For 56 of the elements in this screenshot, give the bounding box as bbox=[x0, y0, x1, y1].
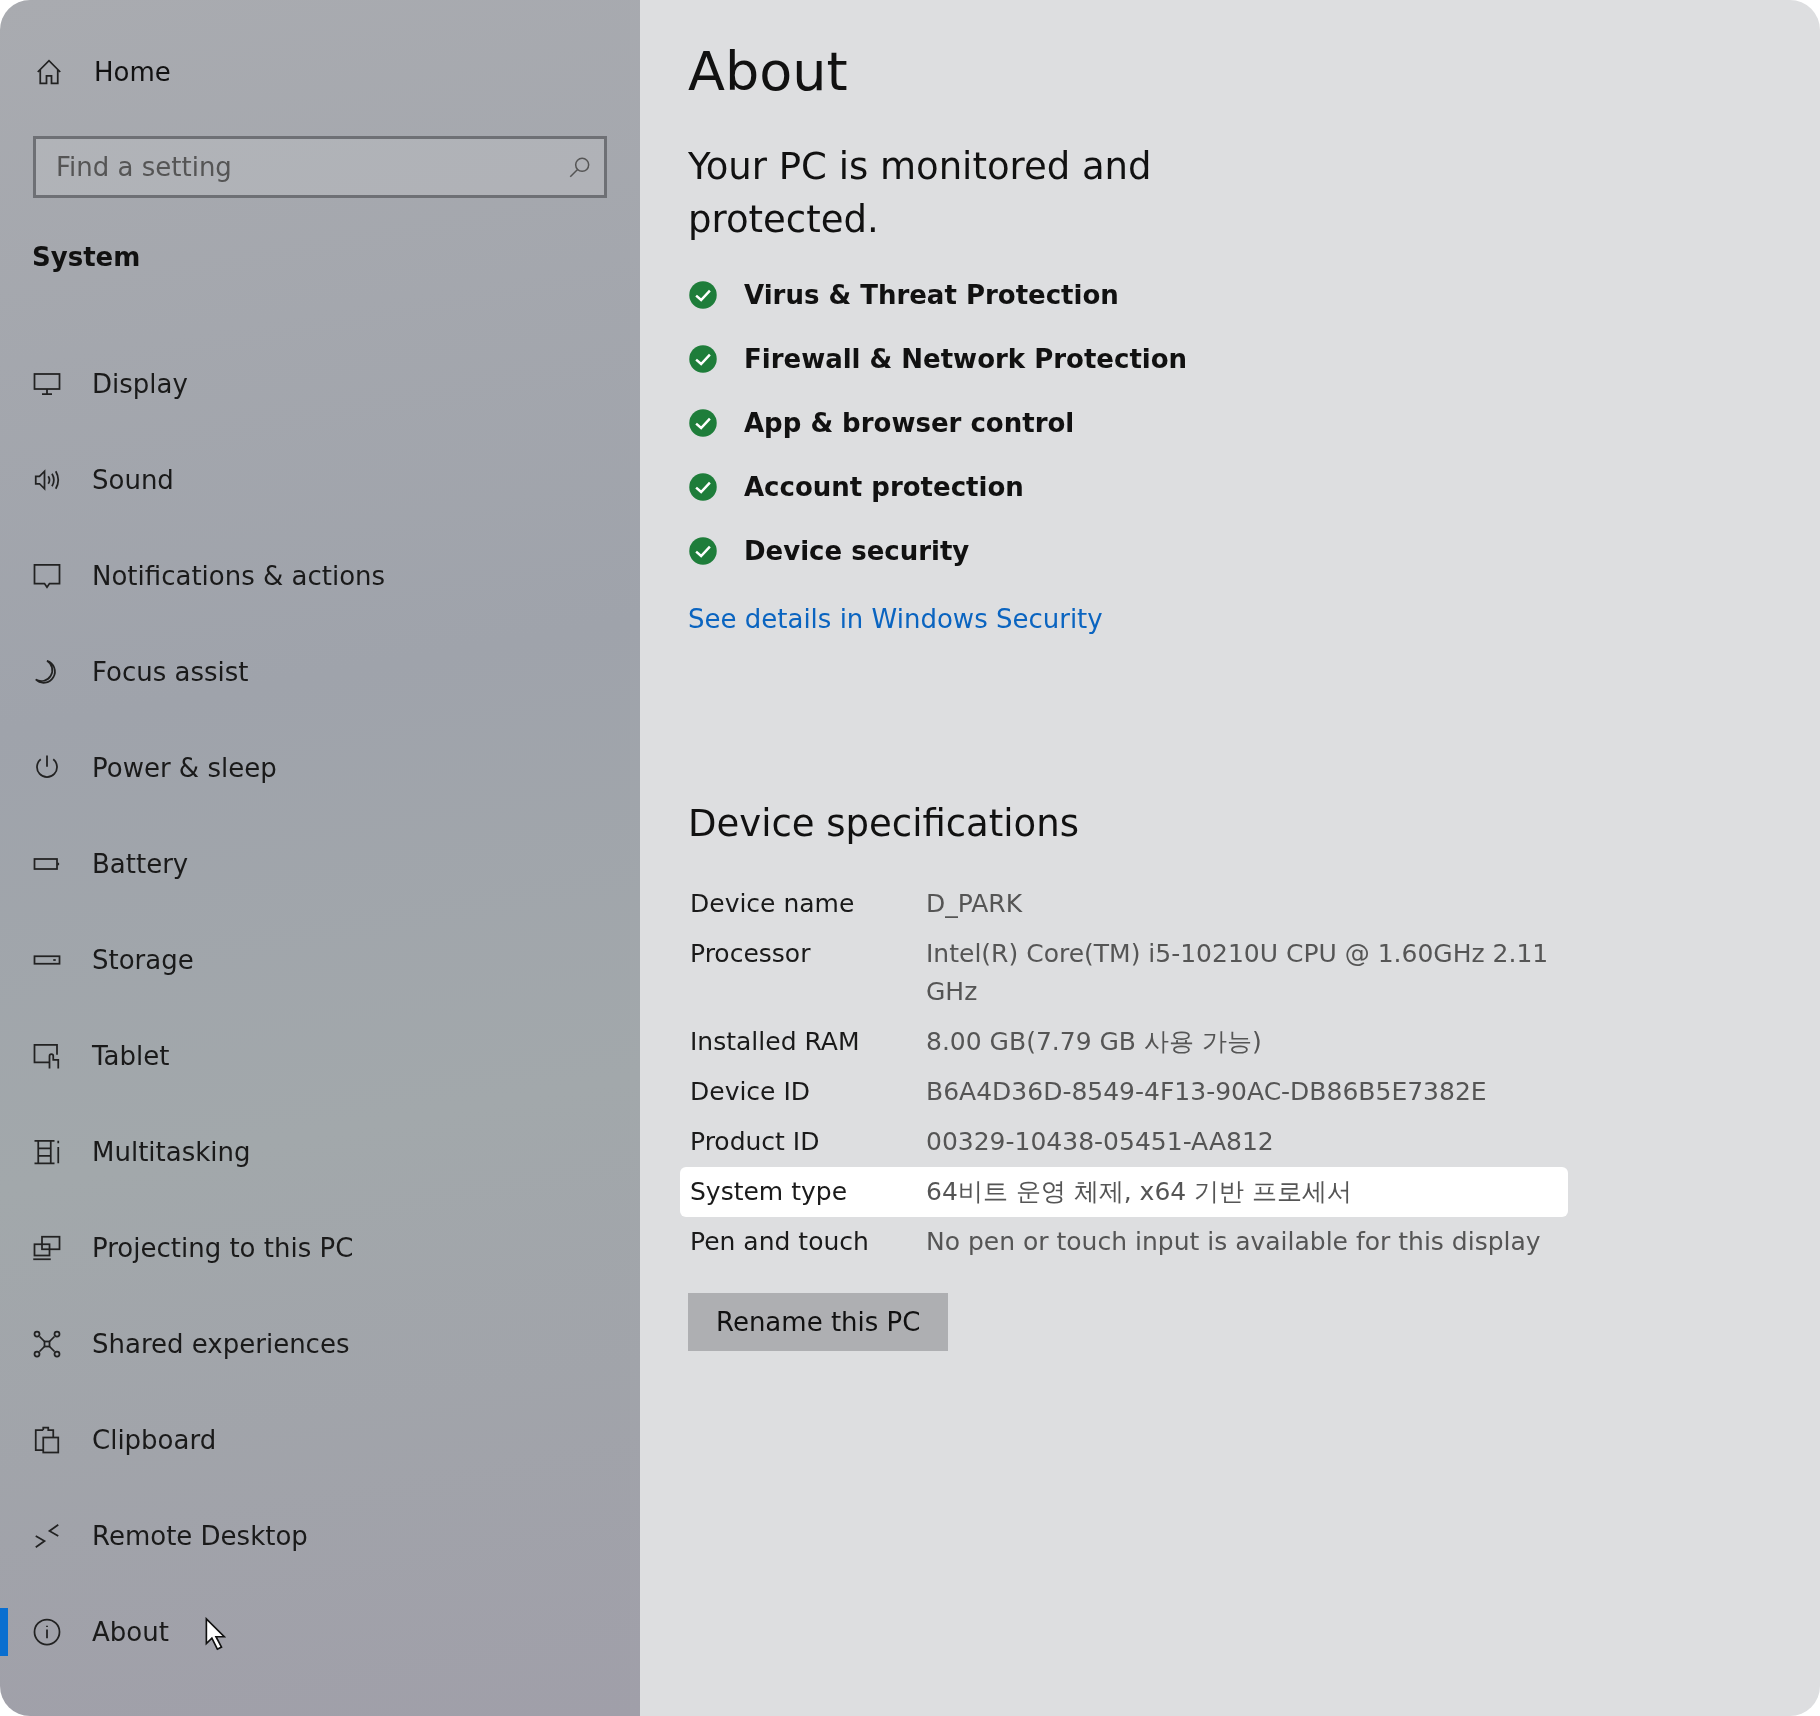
sidebar-item[interactable]: Tablet bbox=[0, 1008, 640, 1104]
section-heading: System bbox=[32, 242, 142, 274]
spec-value: 8.00 GB(7.79 GB 사용 가능) bbox=[926, 1026, 1262, 1058]
spec-label: Device ID bbox=[690, 1076, 812, 1108]
spec-label: Processor bbox=[690, 938, 812, 970]
sidebar-item[interactable]: Storage bbox=[0, 912, 640, 1008]
search-field[interactable]: Find a setting bbox=[33, 136, 607, 198]
spec-value: 00329-10438-05451-AA812 bbox=[926, 1126, 1274, 1158]
remote-arrows-icon bbox=[32, 1521, 62, 1551]
rename-pc-button[interactable]: Rename this PC bbox=[688, 1293, 949, 1351]
sidebar-item[interactable]: Sound bbox=[0, 432, 640, 528]
section-heading: Device specifications bbox=[688, 802, 1080, 845]
clipboard-icon bbox=[32, 1425, 62, 1455]
security-status-heading: Your PC is monitored and protected. bbox=[688, 144, 1153, 243]
sidebar-item[interactable]: Multitasking bbox=[0, 1104, 640, 1200]
home-icon bbox=[34, 57, 64, 87]
screens-icon bbox=[32, 1233, 62, 1263]
page-title: About bbox=[688, 40, 849, 105]
spec-label: Device name bbox=[690, 888, 856, 920]
spec-label: System type bbox=[690, 1176, 849, 1208]
spec-value: Intel(R) Core(TM) i5-10210U CPU @ 1.60GHz 2.11 GHz bbox=[926, 938, 1550, 1008]
sidebar-item[interactable]: Focus assist bbox=[0, 624, 640, 720]
sidebar-item[interactable]: Battery bbox=[0, 816, 640, 912]
sidebar-item[interactable]: Remote Desktop bbox=[0, 1488, 640, 1584]
check-circle-icon bbox=[688, 344, 718, 374]
info-icon bbox=[32, 1617, 62, 1647]
protection-item: App & browser control bbox=[744, 408, 1075, 438]
spec-label: Installed RAM bbox=[690, 1026, 861, 1058]
speech-bubble-icon bbox=[32, 561, 62, 591]
multitasking-icon bbox=[32, 1137, 62, 1167]
mouse-pointer-icon bbox=[205, 1617, 227, 1651]
network-nodes-icon bbox=[32, 1329, 62, 1359]
check-circle-icon bbox=[688, 408, 718, 438]
spec-label: Pen and touch bbox=[690, 1226, 870, 1258]
spec-value: D_PARK bbox=[926, 888, 1023, 920]
check-circle-icon bbox=[688, 472, 718, 502]
protection-item: Account protection bbox=[744, 472, 1024, 502]
home-nav-item[interactable]: Home bbox=[0, 50, 640, 94]
sidebar-item[interactable]: Shared experiences bbox=[0, 1296, 640, 1392]
spec-label: Product ID bbox=[690, 1126, 821, 1158]
spec-value: 64비트 운영 체제, x64 기반 프로세서 bbox=[926, 1176, 1353, 1208]
spec-value: No pen or touch input is available for this display bbox=[926, 1226, 1541, 1258]
sidebar-item[interactable]: Clipboard bbox=[0, 1392, 640, 1488]
protection-item: Virus & Threat Protection bbox=[744, 280, 1119, 310]
tablet-icon bbox=[32, 1041, 62, 1071]
windows-security-link[interactable]: See details in Windows Security bbox=[688, 604, 1103, 634]
spec-value: B6A4D36D-8549-4F13-90AC-DB86B5E7382E bbox=[926, 1076, 1487, 1108]
sidebar-item[interactable]: Display bbox=[0, 336, 640, 432]
sidebar-item[interactable]: Projecting to this PC bbox=[0, 1200, 640, 1296]
sidebar-item[interactable]: About bbox=[0, 1584, 640, 1680]
protection-item: Firewall & Network Protection bbox=[744, 344, 1188, 374]
check-circle-icon bbox=[688, 536, 718, 566]
protection-item: Device security bbox=[744, 536, 970, 566]
sidebar-item[interactable]: Notifications & actions bbox=[0, 528, 640, 624]
check-circle-icon bbox=[688, 280, 718, 310]
sidebar-item[interactable]: Power & sleep bbox=[0, 720, 640, 816]
